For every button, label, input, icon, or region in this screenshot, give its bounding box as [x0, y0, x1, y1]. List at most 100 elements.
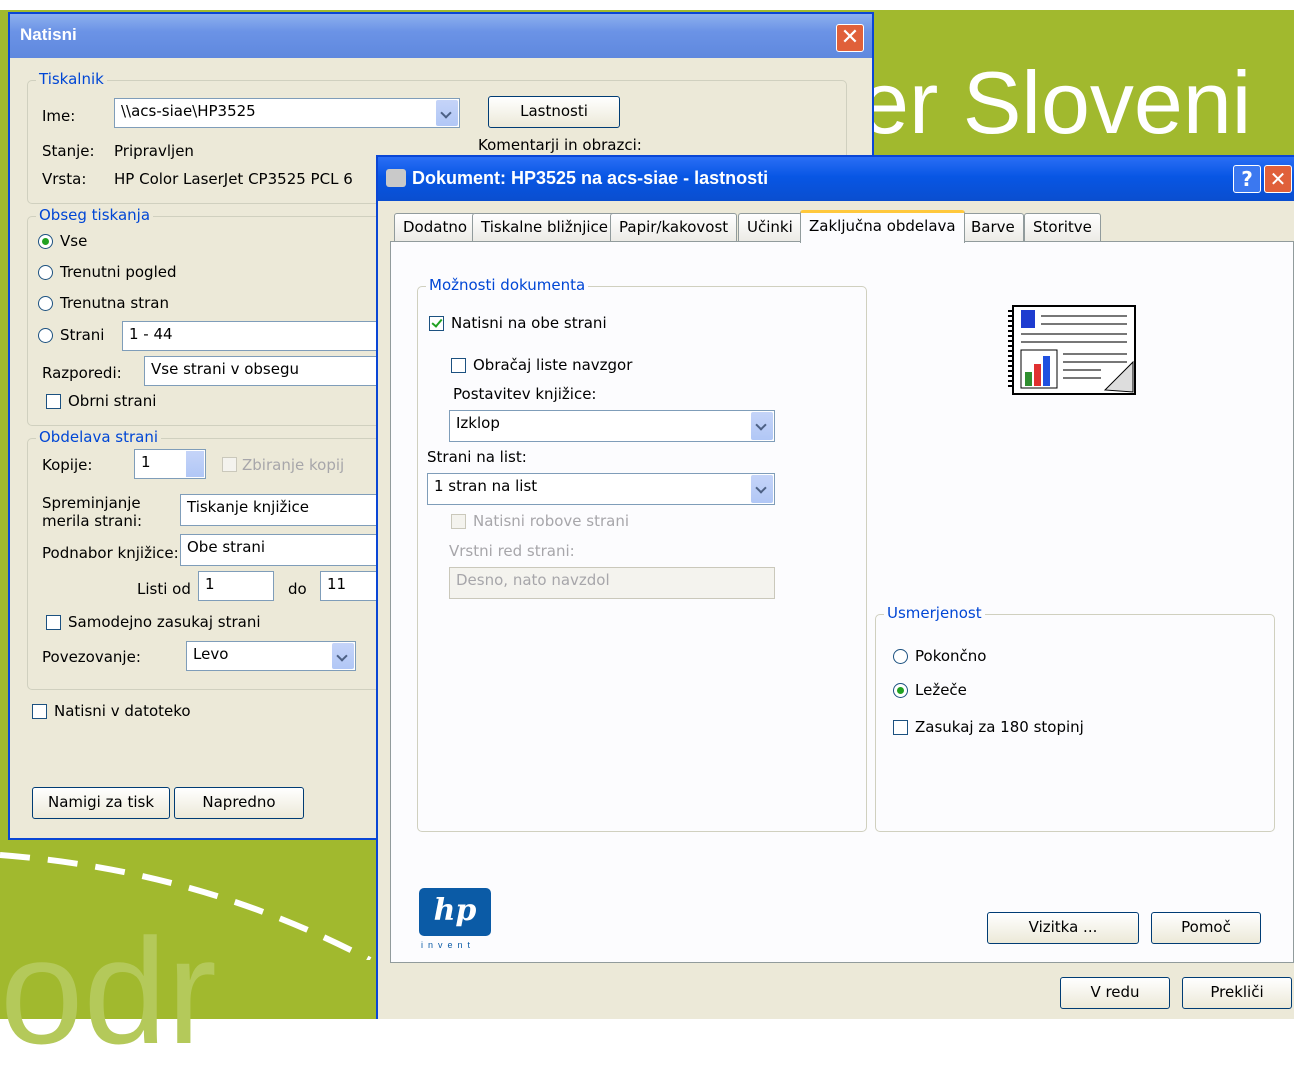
- tab-paper-quality[interactable]: Papir/kakovost: [610, 213, 738, 241]
- print-to-file-checkbox[interactable]: [32, 704, 47, 719]
- auto-rotate-label: Samodejno zasukaj strani: [68, 613, 261, 631]
- copies-label: Kopije:: [42, 456, 93, 474]
- sheets-from-input[interactable]: 1: [198, 571, 274, 601]
- arrange-value: Vse strani v obsegu: [151, 360, 299, 378]
- titlebar-help-button[interactable]: ?: [1233, 165, 1261, 193]
- binding-select[interactable]: Levo: [186, 641, 356, 671]
- arrange-label: Razporedi:: [42, 364, 122, 382]
- range-pages-input[interactable]: 1 - 44: [122, 321, 384, 351]
- chevron-down-icon[interactable]: [751, 475, 773, 503]
- range-current-view-radio[interactable]: [38, 265, 53, 280]
- printer-properties-button[interactable]: Lastnosti: [488, 96, 620, 128]
- printer-name-value: \\acs-siae\HP3525: [121, 102, 256, 120]
- printer-status-value: Pripravljen: [114, 142, 194, 160]
- range-current-page-radio[interactable]: [38, 296, 53, 311]
- page-order-select[interactable]: Desno, nato navzdol: [449, 567, 775, 599]
- landscape-label: Ležeče: [915, 681, 967, 699]
- printer-type-label: Vrsta:: [42, 170, 87, 188]
- booklet-layout-select[interactable]: Izklop: [449, 410, 775, 442]
- flip-up-label: Obračaj liste navzgor: [473, 356, 633, 374]
- tab-dodatno[interactable]: Dodatno: [394, 213, 477, 241]
- document-options-legend: Možnosti dokumenta: [426, 276, 589, 294]
- copies-value: 1: [141, 453, 151, 471]
- range-current-view-label: Trenutni pogled: [60, 263, 177, 281]
- tab-colors[interactable]: Barve: [962, 213, 1024, 241]
- print-dialog-titlebar[interactable]: Natisni ✕: [10, 14, 872, 58]
- flip-up-checkbox[interactable]: [451, 358, 466, 373]
- sheets-to-input[interactable]: 11: [320, 571, 384, 601]
- page-order-label: Vrstni red strani:: [449, 542, 575, 560]
- scaling-select[interactable]: Tiskanje knjižice: [180, 494, 384, 526]
- finishing-tab-panel: Možnosti dokumenta Natisni na obe strani…: [390, 241, 1294, 963]
- pages-per-sheet-value: 1 stran na list: [434, 477, 538, 495]
- pages-per-sheet-select[interactable]: 1 stran na list: [427, 473, 775, 505]
- collate-checkbox[interactable]: [222, 457, 237, 472]
- tab-services[interactable]: Storitve: [1024, 213, 1101, 241]
- sheets-from-label: Listi od: [137, 580, 191, 598]
- print-dialog-title: Natisni: [20, 25, 77, 44]
- printer-icon: [386, 169, 406, 187]
- tab-effects[interactable]: Učinki: [738, 213, 802, 241]
- page-borders-label: Natisni robove strani: [473, 512, 630, 530]
- scaling-value: Tiskanje knjižice: [187, 498, 310, 516]
- chevron-down-icon[interactable]: [332, 643, 354, 669]
- document-properties-dialog: Dokument: HP3525 na acs-siae - lastnosti…: [376, 155, 1294, 1019]
- hp-logo: hp: [419, 888, 491, 936]
- portrait-label: Pokončno: [915, 647, 987, 665]
- duplex-label: Natisni na obe strani: [451, 314, 607, 332]
- print-range-legend: Obseg tiskanja: [36, 206, 154, 224]
- tab-finishing[interactable]: Zaključna obdelava: [800, 210, 965, 243]
- properties-titlebar[interactable]: Dokument: HP3525 na acs-siae - lastnosti…: [378, 157, 1294, 201]
- cancel-button[interactable]: Prekliči: [1182, 977, 1292, 1009]
- copies-spinner-icon[interactable]: [186, 451, 204, 477]
- printer-group-legend: Tiskalnik: [36, 70, 107, 88]
- pages-per-sheet-label: Strani na list:: [427, 448, 527, 466]
- background-banner-text: er Sloveni: [860, 53, 1252, 152]
- binding-value: Levo: [193, 645, 229, 663]
- chevron-down-icon[interactable]: [436, 100, 458, 126]
- range-current-page-label: Trenutna stran: [60, 294, 169, 312]
- orientation-legend: Usmerjenost: [884, 604, 985, 622]
- auto-rotate-checkbox[interactable]: [46, 615, 61, 630]
- reverse-pages-label: Obrni strani: [68, 392, 157, 410]
- range-all-radio[interactable]: [38, 234, 53, 249]
- comments-label: Komentarji in obrazci:: [478, 136, 642, 154]
- portrait-radio[interactable]: [893, 649, 908, 664]
- printer-status-label: Stanje:: [42, 142, 95, 160]
- arrange-select[interactable]: Vse strani v obsegu: [144, 356, 384, 386]
- duplex-checkbox[interactable]: [429, 316, 444, 331]
- copies-input[interactable]: 1: [134, 449, 206, 479]
- properties-close-button[interactable]: ✕: [1264, 165, 1292, 193]
- printer-name-select[interactable]: \\acs-siae\HP3525: [114, 98, 460, 128]
- booklet-layout-value: Izklop: [456, 414, 500, 432]
- range-all-label: Vse: [60, 232, 88, 250]
- rotate-180-label: Zasukaj za 180 stopinj: [915, 718, 1084, 736]
- booklet-layout-label: Postavitev knjižice:: [453, 385, 597, 403]
- booklet-subset-value: Obe strani: [187, 538, 266, 556]
- printer-type-value: HP Color LaserJet CP3525 PCL 6: [114, 170, 353, 188]
- landscape-radio[interactable]: [893, 683, 908, 698]
- reverse-pages-checkbox[interactable]: [46, 394, 61, 409]
- booklet-subset-label: Podnabor knjižice:: [42, 544, 179, 562]
- advanced-button[interactable]: Napredno: [174, 787, 304, 819]
- chevron-down-icon[interactable]: [751, 412, 773, 440]
- binding-label: Povezovanje:: [42, 648, 141, 666]
- scaling-label-line1: Spreminjanje: [42, 494, 141, 512]
- scaling-label-line2: merila strani:: [42, 512, 143, 530]
- page-borders-checkbox[interactable]: [451, 514, 466, 529]
- booklet-subset-select[interactable]: Obe strani: [180, 534, 384, 566]
- properties-title: Dokument: HP3525 na acs-siae - lastnosti: [412, 168, 769, 188]
- collate-label: Zbiranje kopij: [242, 456, 345, 474]
- print-tips-button[interactable]: Namigi za tisk: [32, 787, 170, 819]
- print-dialog-close-button[interactable]: ✕: [836, 24, 864, 52]
- sheets-to-label: do: [288, 580, 307, 598]
- help-button[interactable]: Pomoč: [1151, 912, 1261, 944]
- tab-printing-shortcuts[interactable]: Tiskalne bližnjice: [472, 213, 618, 241]
- about-button[interactable]: Vizitka ...: [987, 912, 1139, 944]
- background-dashed-arc: [0, 852, 372, 960]
- ok-button[interactable]: V redu: [1060, 977, 1170, 1009]
- page-handling-legend: Obdelava strani: [36, 428, 162, 446]
- rotate-180-checkbox[interactable]: [893, 720, 908, 735]
- range-pages-radio[interactable]: [38, 328, 53, 343]
- page-order-value: Desno, nato navzdol: [456, 571, 610, 589]
